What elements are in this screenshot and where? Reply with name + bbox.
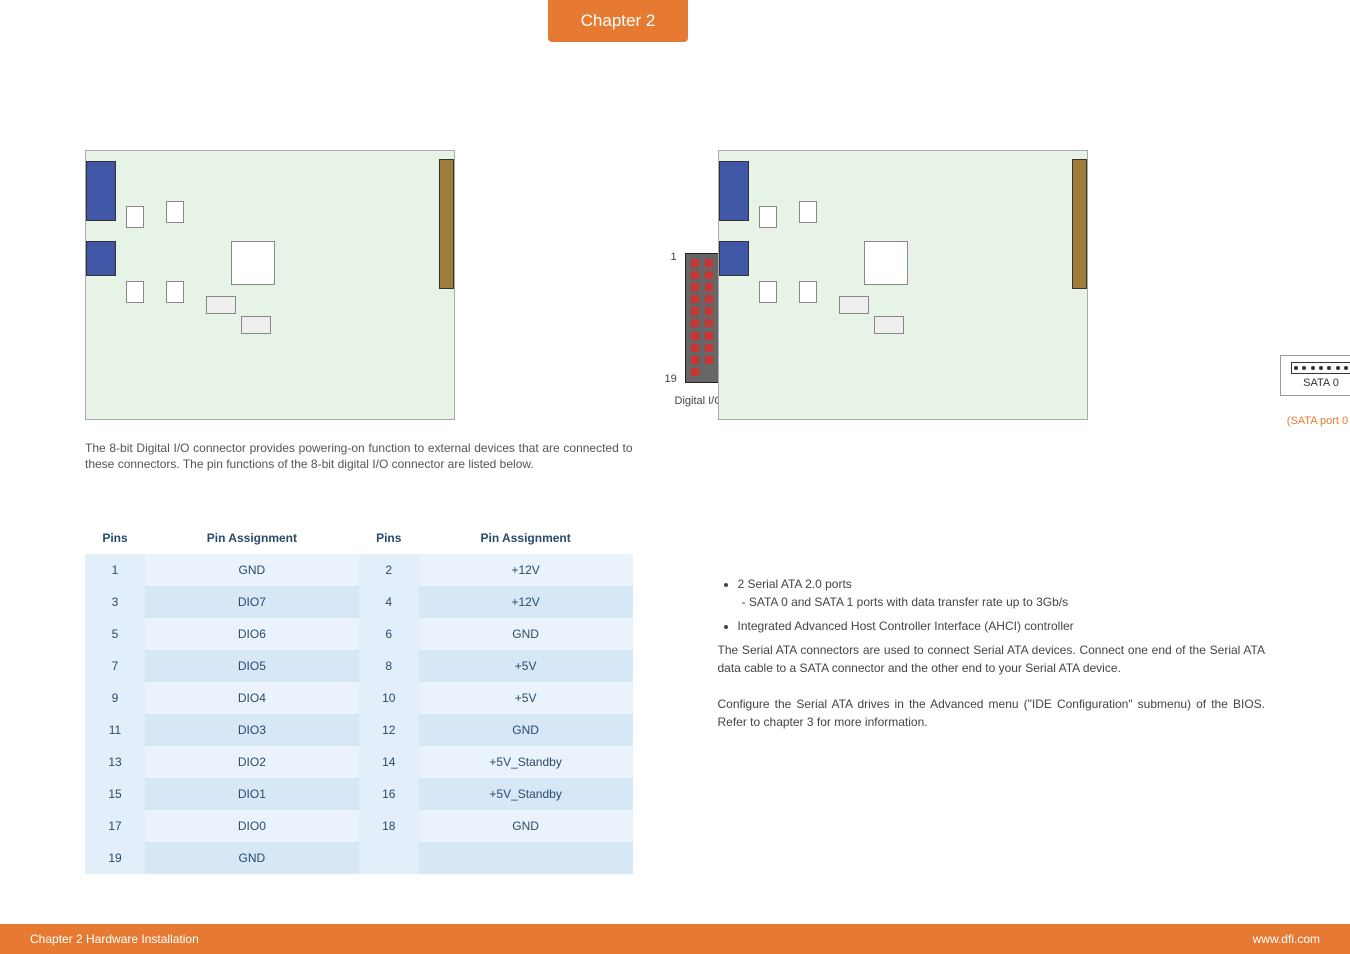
board-diagram-right — [718, 150, 1088, 420]
feature-bullet-1: 2 Serial ATA 2.0 ports - SATA 0 and SATA… — [738, 575, 1266, 611]
feature-bullet-2: Integrated Advanced Host Controller Inte… — [738, 617, 1266, 635]
board-diagram-left — [85, 150, 455, 420]
sata-legend: SATA 0 SATA 1 SATA 2.0 3Gb/s (SATA port … — [1280, 355, 1350, 443]
sata-caption: SATA 2.0 3Gb/s (SATA port 0 provides ade… — [1280, 400, 1350, 443]
features-list: 2 Serial ATA 2.0 ports - SATA 0 and SATA… — [738, 575, 1266, 635]
right-column: 7 1 GND RXP RXN GND TXN TXP GND — [718, 150, 1266, 874]
th-assign-2: Pin Assignment — [419, 522, 633, 554]
chapter-tab: Chapter 2 — [548, 0, 688, 42]
page-body: 1 2 19 Digital I/O The 8-bit Digital I/O… — [0, 150, 1350, 874]
page-footer: Chapter 2 Hardware Installation www.dfi.… — [0, 924, 1350, 954]
dio-description: The 8-bit Digital I/O connector provides… — [85, 440, 633, 472]
sata-paragraph-1: The Serial ATA connectors are used to co… — [718, 641, 1266, 677]
pin-label-1: 1 — [671, 251, 677, 263]
pin-label-19: 19 — [665, 373, 677, 385]
left-column: 1 2 19 Digital I/O The 8-bit Digital I/O… — [85, 150, 633, 874]
footer-left: Chapter 2 Hardware Installation — [30, 932, 199, 946]
th-assign-1: Pin Assignment — [145, 522, 359, 554]
th-pins-2: Pins — [359, 522, 419, 554]
sata-paragraph-2: Configure the Serial ATA drives in the A… — [718, 695, 1266, 731]
legend-sata0: SATA 0 — [1303, 377, 1339, 389]
footer-right: www.dfi.com — [1253, 932, 1320, 946]
pin-table: Pins Pin Assignment Pins Pin Assignment … — [85, 522, 633, 874]
th-pins-1: Pins — [85, 522, 145, 554]
